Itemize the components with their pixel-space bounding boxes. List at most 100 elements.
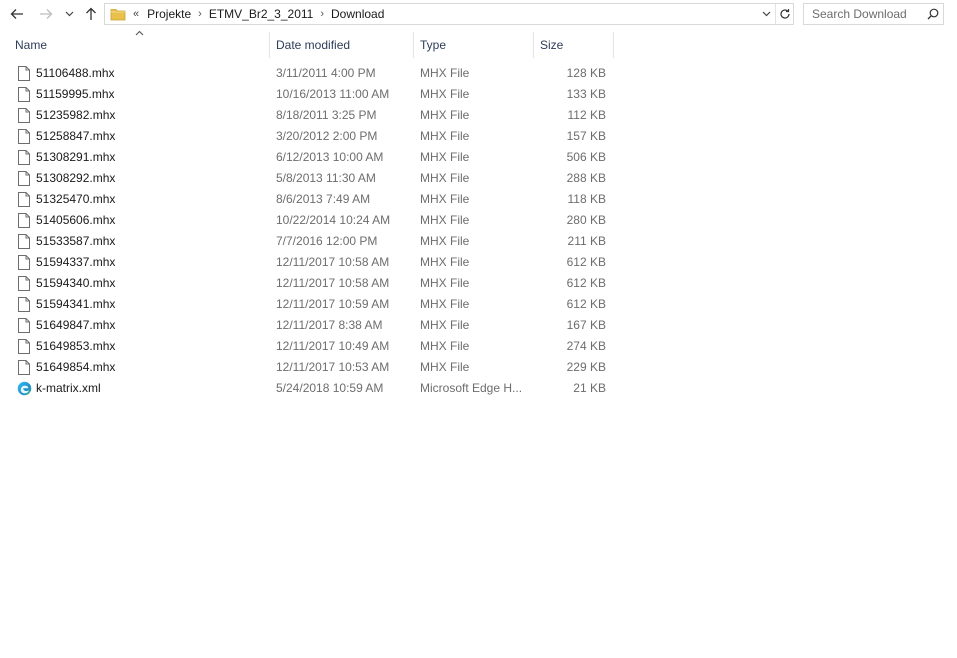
file-icon (16, 84, 32, 105)
file-size: 506 KB (566, 150, 606, 164)
file-icon (16, 231, 32, 252)
breadcrumb-separator[interactable]: › (317, 8, 327, 20)
file-type: MHX File (420, 318, 470, 332)
file-row[interactable]: 51106488.mhx 3/11/2011 4:00 PM MHX File 128… (0, 63, 620, 84)
file-type: MHX File (420, 192, 470, 206)
recent-locations-button[interactable] (62, 4, 76, 24)
file-name: 51235982.mhx (36, 108, 116, 122)
file-date-modified: 10/16/2013 11:00 AM (276, 87, 390, 101)
file-row[interactable]: 51594337.mhx 12/11/2017 10:58 AM MHX File 6… (0, 252, 620, 273)
file-size: 157 KB (566, 129, 606, 143)
breadcrumb-etmv[interactable]: ETMV_Br2_3_2011 (205, 7, 318, 21)
chevron-down-icon (762, 11, 770, 17)
search-icon[interactable] (923, 8, 943, 20)
file-type: MHX File (420, 129, 470, 143)
column-header-date[interactable]: Date modified (276, 32, 350, 58)
column-header-type[interactable]: Type (420, 32, 446, 58)
file-size: 288 KB (566, 171, 606, 185)
file-type: Microsoft Edge H... (420, 381, 523, 395)
file-row[interactable]: 51649853.mhx 12/11/2017 10:49 AM MHX File 2… (0, 336, 620, 357)
sort-ascending-icon (135, 28, 144, 38)
file-type: MHX File (420, 276, 470, 290)
address-bar[interactable]: « Projekte › ETMV_Br2_3_2011 › Download (104, 3, 794, 25)
forward-button[interactable] (36, 4, 56, 24)
chevron-down-icon (65, 11, 73, 17)
navigation-bar: « Projekte › ETMV_Br2_3_2011 › Download … (0, 0, 957, 30)
file-icon (16, 336, 32, 357)
file-date-modified: 7/7/2016 12:00 PM (276, 234, 378, 248)
column-header-size[interactable]: Size (540, 32, 563, 58)
file-icon (16, 126, 32, 147)
refresh-icon (779, 9, 790, 19)
file-icon (16, 147, 32, 168)
back-arrow-icon (10, 9, 23, 19)
file-name: 51594337.mhx (36, 255, 116, 269)
search-placeholder: Search Download (812, 7, 907, 21)
file-icon (16, 63, 32, 84)
file-row[interactable]: 51308292.mhx 5/8/2013 11:30 AM MHX File 288… (0, 168, 620, 189)
file-size: 612 KB (566, 276, 606, 290)
file-row[interactable]: 51308291.mhx 6/12/2013 10:00 AM MHX File 50… (0, 147, 620, 168)
file-name: 51258847.mhx (36, 129, 116, 143)
file-name: k-matrix.xml (36, 381, 101, 395)
back-button[interactable] (7, 4, 27, 24)
file-row[interactable]: 51159995.mhx 10/16/2013 11:00 AM MHX File 1… (0, 84, 620, 105)
column-divider[interactable] (533, 32, 534, 58)
file-size: 612 KB (566, 255, 606, 269)
breadcrumb-separator[interactable]: › (195, 8, 205, 20)
file-row[interactable]: 51594340.mhx 12/11/2017 10:58 AM MHX File 6… (0, 273, 620, 294)
file-name: 51308291.mhx (36, 150, 116, 164)
file-date-modified: 12/11/2017 10:58 AM (276, 276, 390, 290)
file-date-modified: 3/20/2012 2:00 PM (276, 129, 378, 143)
folder-icon (107, 4, 129, 24)
breadcrumb-download[interactable]: Download (327, 7, 388, 21)
file-row[interactable]: 51649854.mhx 12/11/2017 10:53 AM MHX File 2… (0, 357, 620, 378)
column-divider[interactable] (413, 32, 414, 58)
search-input[interactable]: Search Download (803, 3, 944, 25)
breadcrumb-projekte[interactable]: Projekte (143, 7, 195, 21)
file-date-modified: 12/11/2017 8:38 AM (276, 318, 383, 332)
file-type: MHX File (420, 87, 470, 101)
file-name: 51405606.mhx (36, 213, 116, 227)
file-type: MHX File (420, 360, 470, 374)
file-date-modified: 12/11/2017 10:58 AM (276, 255, 390, 269)
file-icon (16, 273, 32, 294)
file-row[interactable]: k-matrix.xml 5/24/2018 10:59 AM Microsoft … (0, 378, 620, 399)
edge-file-icon (16, 378, 32, 399)
file-size: 118 KB (567, 192, 606, 206)
file-row[interactable]: 51649847.mhx 12/11/2017 8:38 AM MHX File 16… (0, 315, 620, 336)
file-date-modified: 6/12/2013 10:00 AM (276, 150, 384, 164)
file-row[interactable]: 51405606.mhx 10/22/2014 10:24 AM MHX File 2… (0, 210, 620, 231)
file-type: MHX File (420, 255, 470, 269)
up-button[interactable] (81, 4, 101, 24)
file-name: 51325470.mhx (36, 192, 116, 206)
file-date-modified: 12/11/2017 10:53 AM (276, 360, 390, 374)
file-size: 274 KB (566, 339, 606, 353)
file-type: MHX File (420, 171, 470, 185)
column-divider[interactable] (613, 32, 614, 58)
file-size: 128 KB (566, 66, 606, 80)
file-date-modified: 12/11/2017 10:59 AM (276, 297, 390, 311)
file-name: 51594341.mhx (36, 297, 116, 311)
file-name: 51649847.mhx (36, 318, 116, 332)
file-row[interactable]: 51533587.mhx 7/7/2016 12:00 PM MHX File 211… (0, 231, 620, 252)
file-date-modified: 3/11/2011 4:00 PM (276, 66, 376, 80)
file-row[interactable]: 51325470.mhx 8/6/2013 7:49 AM MHX File 118 … (0, 189, 620, 210)
file-size: 112 KB (567, 108, 606, 122)
address-history-button[interactable] (757, 4, 775, 24)
file-name: 51159995.mhx (36, 87, 115, 101)
file-icon (16, 189, 32, 210)
file-name: 51649853.mhx (36, 339, 116, 353)
column-header-name[interactable]: Name (15, 32, 47, 58)
file-row[interactable]: 51235982.mhx 8/18/2011 3:25 PM MHX File 112… (0, 105, 620, 126)
file-type: MHX File (420, 150, 470, 164)
address-overflow-button[interactable]: « (129, 8, 143, 20)
file-row[interactable]: 51594341.mhx 12/11/2017 10:59 AM MHX File 6… (0, 294, 620, 315)
file-size: 167 KB (566, 318, 606, 332)
column-divider[interactable] (269, 32, 270, 58)
file-row[interactable]: 51258847.mhx 3/20/2012 2:00 PM MHX File 157… (0, 126, 620, 147)
file-date-modified: 10/22/2014 10:24 AM (276, 213, 391, 227)
file-size: 133 KB (566, 87, 606, 101)
file-type: MHX File (420, 213, 470, 227)
refresh-button[interactable] (775, 4, 793, 24)
